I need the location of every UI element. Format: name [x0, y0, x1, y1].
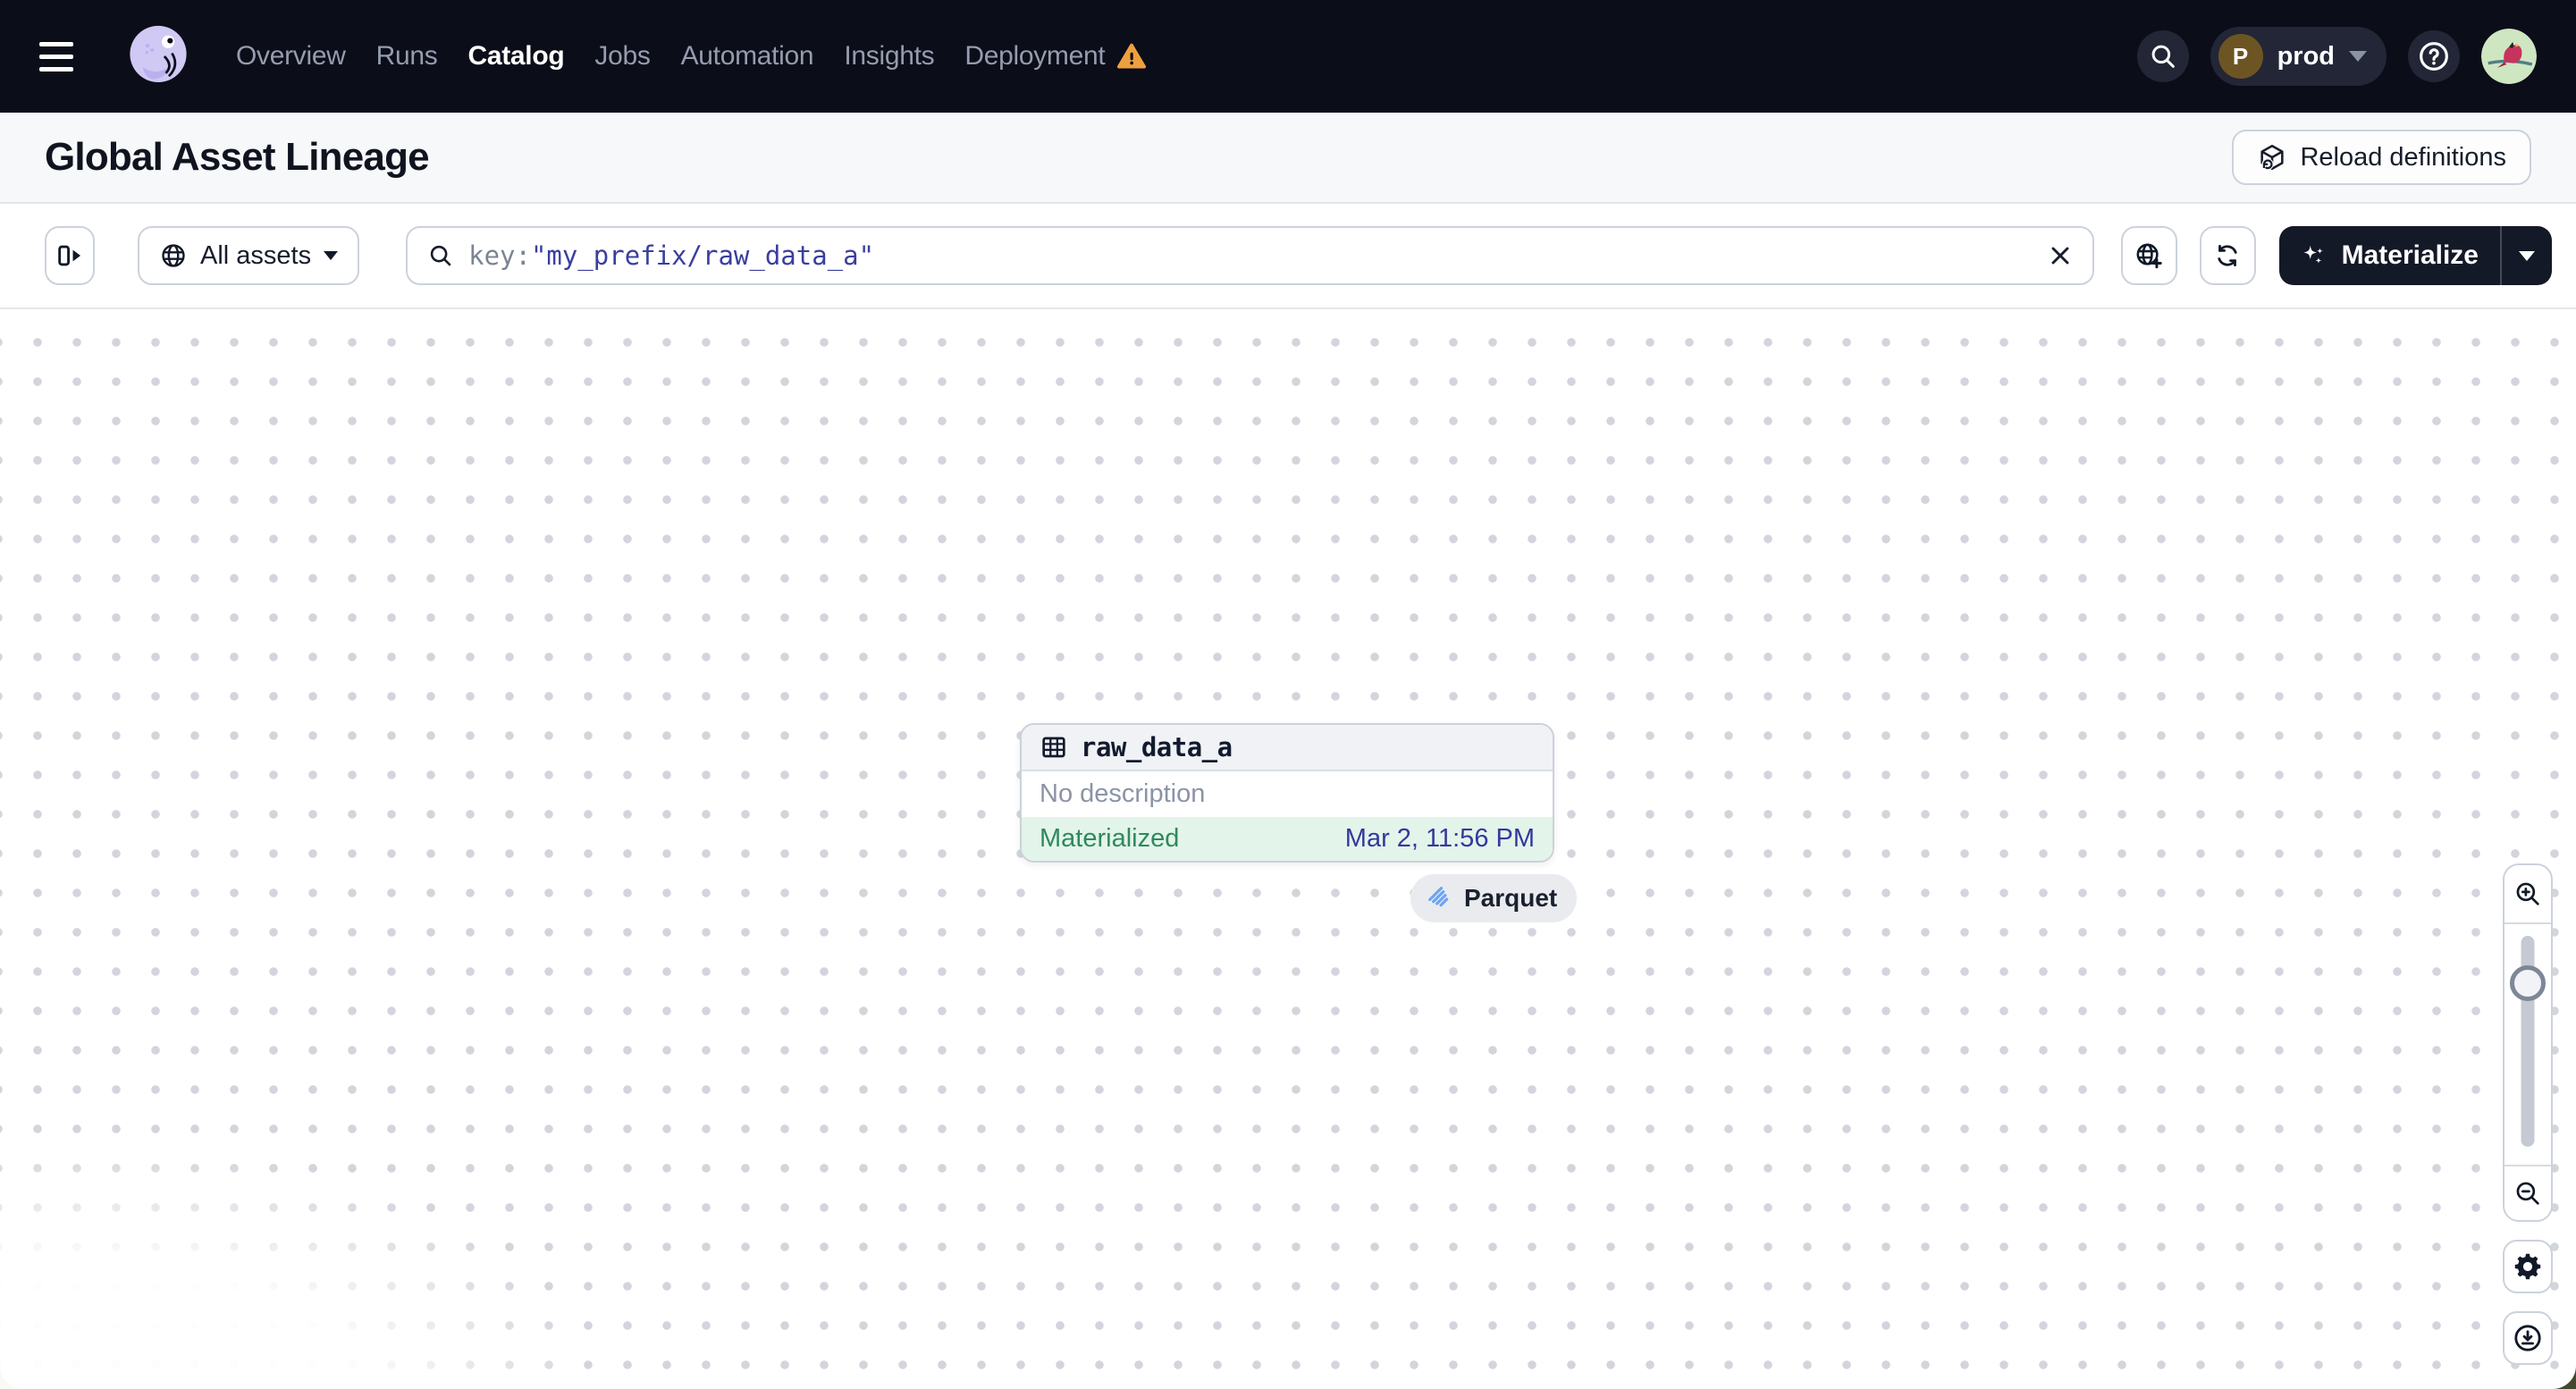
chevron-down-icon	[2519, 250, 2535, 261]
menu-hamburger-icon[interactable]	[39, 28, 97, 85]
materialize-split-button: Materialize	[2278, 226, 2552, 285]
lineage-graph-canvas[interactable]: raw_data_a No description Materialized M…	[0, 309, 2576, 1389]
reload-definitions-button[interactable]: Reload definitions	[2232, 130, 2531, 185]
nav-link-catalog[interactable]: Catalog	[467, 41, 564, 72]
search-icon	[427, 242, 454, 269]
materialize-options-caret[interactable]	[2500, 226, 2552, 285]
globe-icon	[159, 241, 188, 270]
download-graph-icon[interactable]	[2503, 1311, 2553, 1365]
user-avatar[interactable]	[2481, 29, 2537, 84]
asset-node-status-bar: Materialized Mar 2, 11:56 PM	[1022, 817, 1553, 861]
parquet-logo-icon	[1427, 885, 1453, 912]
lineage-canvas-background: raw_data_a No description Materialized M…	[0, 309, 2576, 1389]
reload-cube-icon	[2257, 142, 2287, 173]
nav-link-runs[interactable]: Runs	[376, 41, 438, 72]
top-nav: Overview Runs Catalog Jobs Automation In…	[0, 0, 2576, 113]
nav-link-overview[interactable]: Overview	[236, 41, 346, 72]
nav-right-cluster: P prod	[2136, 27, 2537, 86]
deployment-warning-icon	[1115, 41, 1148, 72]
asset-scope-dropdown[interactable]: All assets	[138, 226, 360, 285]
chevron-down-icon	[324, 251, 339, 260]
asset-node-raw-data-a[interactable]: raw_data_a No description Materialized M…	[1020, 723, 1554, 863]
open-left-panel-button[interactable]	[45, 226, 95, 285]
primary-nav: Overview Runs Catalog Jobs Automation In…	[236, 41, 1148, 72]
zoom-out-icon[interactable]	[2504, 1166, 2551, 1220]
asset-node-description: No description	[1040, 779, 1206, 808]
asset-search-input[interactable]: key:"my_prefix/raw_data_a"	[406, 226, 2094, 285]
canvas-corner-glow	[0, 1157, 572, 1389]
sparkles-icon	[2299, 240, 2329, 271]
materialization-timestamp-link[interactable]: Mar 2, 11:56 PM	[1345, 824, 1535, 854]
filter-to-selection-globe-plus-icon[interactable]	[2120, 226, 2177, 285]
tag-label: Parquet	[1464, 884, 1558, 912]
help-icon[interactable]	[2408, 30, 2460, 82]
asset-node-header[interactable]: raw_data_a	[1022, 725, 1553, 771]
search-query-value: "my_prefix/raw_data_a"	[530, 240, 875, 271]
table-icon	[1040, 733, 1068, 762]
zoom-slider-knob[interactable]	[2510, 965, 2546, 1001]
nav-link-insights[interactable]: Insights	[844, 41, 934, 72]
asset-node-body: No description	[1022, 771, 1553, 817]
zoom-controls	[2503, 863, 2553, 1222]
nav-link-deployment[interactable]: Deployment	[964, 41, 1148, 72]
lineage-toolbar: All assets key:"my_prefix/raw_data_a" Ma…	[0, 204, 2576, 309]
nav-link-automation[interactable]: Automation	[681, 41, 814, 72]
page-title: Global Asset Lineage	[45, 135, 430, 179]
search-query-prefix: key:	[468, 240, 531, 271]
chevron-down-icon	[2349, 51, 2367, 62]
refresh-icon[interactable]	[2199, 226, 2256, 285]
nav-link-jobs[interactable]: Jobs	[594, 41, 650, 72]
deployment-switcher[interactable]: P prod	[2210, 27, 2387, 86]
zoom-in-icon[interactable]	[2504, 865, 2551, 922]
deployment-avatar: P	[2218, 34, 2263, 79]
asset-node-title: raw_data_a	[1081, 732, 1233, 762]
page-header: Global Asset Lineage Reload definitions	[0, 113, 2576, 204]
status-badge: Materialized	[1040, 824, 1180, 853]
search-icon[interactable]	[2136, 30, 2189, 82]
dagster-logo-icon[interactable]	[122, 20, 195, 93]
parquet-tag[interactable]: Parquet	[1410, 874, 1578, 922]
materialize-button[interactable]: Materialize	[2279, 226, 2500, 285]
zoom-slider[interactable]	[2504, 924, 2551, 1165]
graph-settings-gear-icon[interactable]	[2503, 1240, 2553, 1293]
clear-search-icon[interactable]	[2046, 241, 2075, 270]
